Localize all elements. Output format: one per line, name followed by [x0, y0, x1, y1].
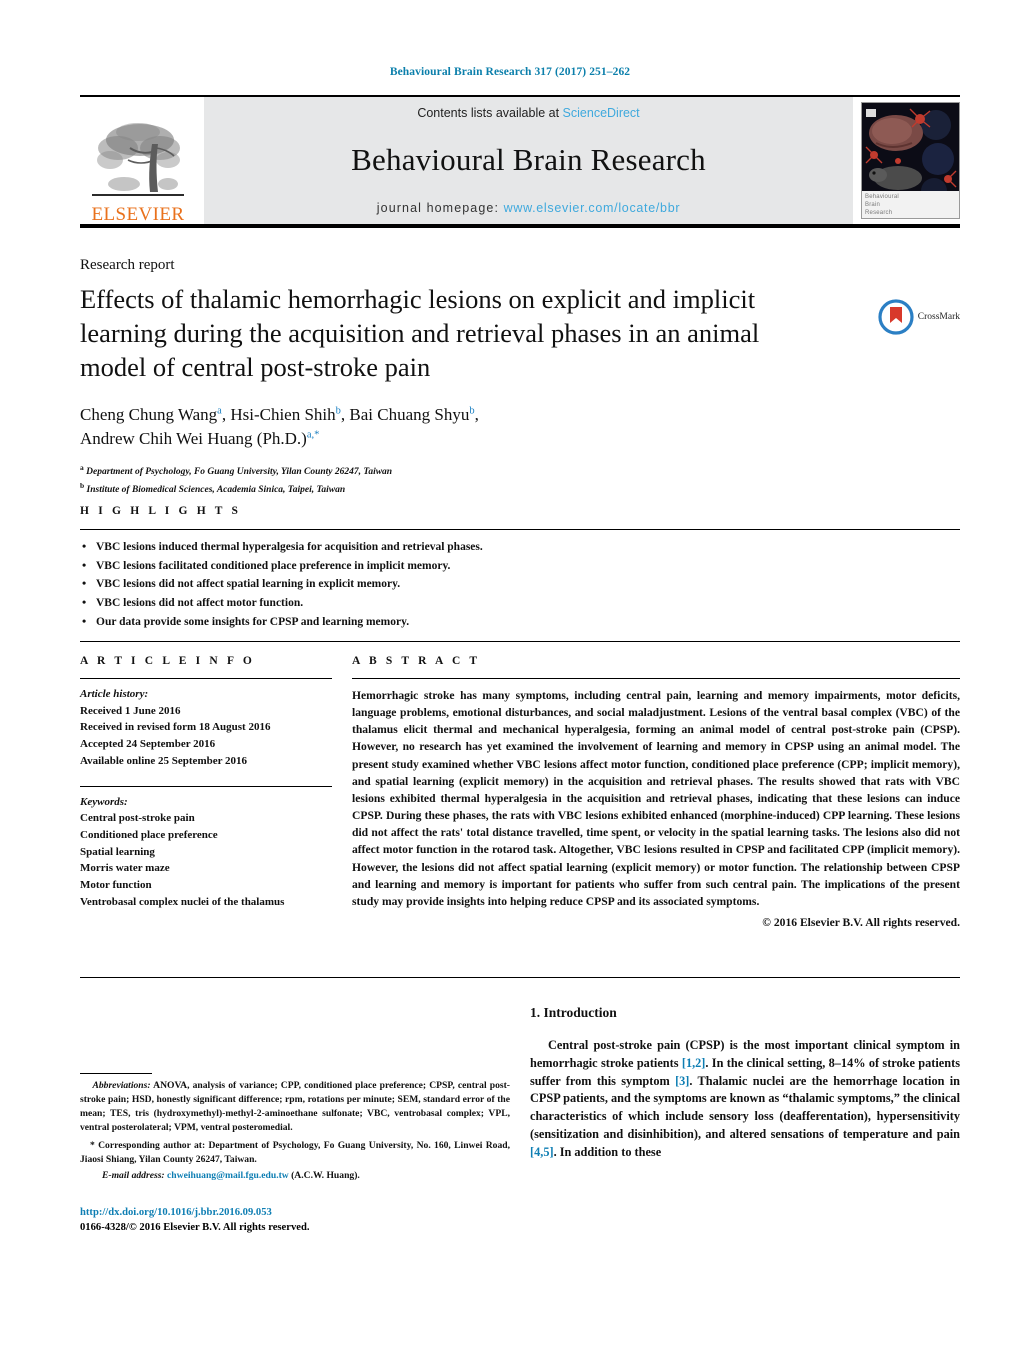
crossmark-icon	[878, 299, 914, 335]
affiliation-item: b Institute of Biomedical Sciences, Acad…	[80, 480, 960, 498]
doi-link[interactable]: http://dx.doi.org/10.1016/j.bbr.2016.09.…	[80, 1205, 510, 1220]
highlights-section: H I G H L I G H T S VBC lesions induced …	[80, 505, 960, 643]
author-name: Cheng Chung Wang	[80, 404, 218, 424]
list-item: Our data provide some insights for CPSP …	[80, 612, 960, 632]
article-history-title: Article history:	[80, 688, 149, 700]
issn-copyright-line: 0166-4328/© 2016 Elsevier B.V. All right…	[80, 1222, 310, 1234]
keywords-title: Keywords:	[80, 795, 128, 808]
elsevier-logo: ELSEVIER	[80, 97, 196, 224]
email-suffix: (A.C.W. Huang).	[288, 1170, 360, 1181]
highlights-bottom-rule	[80, 641, 960, 643]
affiliation-item: a Department of Psychology, Fo Guang Uni…	[80, 462, 960, 480]
footnote-rule	[80, 1073, 152, 1074]
email-label: E-mail address:	[102, 1170, 165, 1181]
crossmark-badge[interactable]: CrossMark	[878, 283, 960, 335]
abstract-heading: A B S T R A C T	[352, 655, 481, 667]
keyword-item: Spatial learning	[80, 845, 155, 858]
elsevier-tree-icon	[92, 123, 184, 196]
affiliation-text: Department of Psychology, Fo Guang Unive…	[86, 467, 393, 478]
keyword-item: Central post-stroke pain	[80, 812, 195, 825]
article-info-rule	[80, 678, 332, 679]
citation-ref-2[interactable]: [3]	[675, 1074, 689, 1088]
email-link[interactable]: chweihuang@mail.fgu.edu.tw	[167, 1170, 289, 1181]
author-entry: Hsi-Chien Shihb,	[230, 405, 349, 424]
list-item: VBC lesions did not affect spatial learn…	[80, 574, 960, 594]
article-type-label: Research report	[80, 257, 175, 273]
author-entry: Cheng Chung Wanga,	[80, 405, 230, 424]
contents-available-line: Contents lists available at ScienceDirec…	[417, 106, 639, 120]
abbreviations-label: Abbreviations:	[92, 1080, 151, 1091]
article-header: Research report Effects of thalamic hemo…	[80, 257, 960, 498]
author-entry: Bai Chuang Shyub,	[349, 405, 478, 424]
abbreviations-footnote: Abbreviations: ANOVA, analysis of varian…	[80, 1079, 510, 1135]
journal-homepage-line: journal homepage: www.elsevier.com/locat…	[377, 201, 680, 215]
author-name: Andrew Chih Wei Huang (Ph.D.)	[80, 429, 307, 449]
cover-caption-line-3: Research	[865, 210, 893, 217]
affiliation-marker: a	[80, 463, 84, 472]
abstract-column: A B S T R A C T Hemorrhagic stroke has m…	[352, 655, 960, 929]
crossmark-label: CrossMark	[917, 312, 960, 322]
introduction-heading: 1. Introduction	[530, 1005, 617, 1020]
info-and-abstract: A R T I C L E I N F O Article history: R…	[80, 655, 960, 929]
keyword-item: Conditioned place preference	[80, 829, 218, 842]
keyword-item: Ventrobasal complex nuclei of the thalam…	[80, 895, 285, 908]
list-item: VBC lesions did not affect motor functio…	[80, 593, 960, 613]
history-item: Received in revised form 18 August 2016	[80, 721, 271, 734]
keyword-item: Motor function	[80, 879, 152, 892]
abstract-bottom-rule	[80, 977, 960, 978]
affiliation-marker: b	[80, 480, 85, 490]
footnotes-section: Abbreviations: ANOVA, analysis of varian…	[80, 1073, 510, 1183]
article-info-column: A R T I C L E I N F O Article history: R…	[80, 655, 332, 929]
author-name: Hsi-Chien Shih	[230, 404, 336, 424]
cover-caption-line-2: Brain	[865, 202, 881, 209]
journal-homepage-link[interactable]: www.elsevier.com/locate/bbr	[504, 201, 681, 215]
journal-masthead: ELSEVIER Contents lists available at Sci…	[80, 95, 960, 228]
affiliation-text: Institute of Biomedical Sciences, Academ…	[86, 485, 346, 496]
running-head: Behavioural Brain Research 317 (2017) 25…	[389, 66, 631, 78]
sciencedirect-link[interactable]: ScienceDirect	[563, 106, 640, 120]
journal-cover-thumbnail: Behavioural Brain Research	[861, 102, 960, 219]
author-affil-marker[interactable]: a,*	[307, 430, 320, 441]
paper-page: Behavioural Brain Research 317 (2017) 25…	[0, 0, 1020, 1351]
highlights-top-rule	[80, 529, 960, 530]
article-info-heading: A R T I C L E I N F O	[80, 655, 255, 667]
highlights-list: VBC lesions induced thermal hyperalgesia…	[80, 537, 960, 632]
history-item: Available online 25 September 2016	[80, 754, 248, 767]
author-sep: ,	[474, 404, 479, 424]
citation-ref-3[interactable]: [4,5]	[530, 1145, 554, 1159]
abstract-copyright: © 2016 Elsevier B.V. All rights reserved…	[762, 916, 960, 930]
elsevier-wordmark: ELSEVIER	[91, 204, 185, 225]
keyword-item: Morris water maze	[80, 862, 170, 875]
history-item: Accepted 24 September 2016	[80, 738, 216, 751]
introduction-section: 1. Introduction Central post-stroke pain…	[530, 1005, 960, 1162]
masthead-bottom-rule	[80, 224, 960, 228]
author-list: Cheng Chung Wanga, Hsi-Chien Shihb, Bai …	[80, 403, 960, 452]
email-footnote: E-mail address: chweihuang@mail.fgu.edu.…	[80, 1169, 510, 1183]
corresponding-author-footnote: * Corresponding author at: Department of…	[80, 1140, 510, 1165]
affiliation-list: a Department of Psychology, Fo Guang Uni…	[80, 462, 960, 498]
history-item: Received 1 June 2016	[80, 704, 181, 717]
author-name: Bai Chuang Shyu	[349, 404, 470, 424]
introduction-paragraph: Central post-stroke pain (CPSP) is the m…	[530, 1037, 960, 1162]
journal-title: Behavioural Brain Research	[351, 142, 706, 178]
citation-ref-1[interactable]: [1,2]	[682, 1056, 706, 1070]
homepage-prefix: journal homepage:	[376, 200, 504, 215]
intro-part-4: . In addition to these	[553, 1144, 662, 1159]
abstract-text: Hemorrhagic stroke has many symptoms, in…	[352, 689, 960, 908]
list-item: VBC lesions induced thermal hyperalgesia…	[80, 537, 960, 557]
contents-prefix: Contents lists available at	[417, 106, 563, 120]
masthead-center-panel: Contents lists available at ScienceDirec…	[204, 97, 853, 224]
page-title: Effects of thalamic hemorrhagic lesions …	[80, 284, 760, 382]
doi-block: http://dx.doi.org/10.1016/j.bbr.2016.09.…	[80, 1205, 510, 1235]
abstract-rule	[352, 678, 960, 679]
keywords-rule	[80, 785, 332, 787]
highlights-heading: H I G H L I G H T S	[80, 505, 242, 517]
cover-caption: Behavioural Brain Research	[862, 191, 959, 218]
author-entry: Andrew Chih Wei Huang (Ph.D.)a,*	[80, 429, 319, 448]
keywords-block: Keywords: Central post-stroke pain Condi…	[80, 794, 332, 911]
cover-caption-line-1: Behavioural	[865, 194, 899, 200]
list-item: VBC lesions facilitated conditioned plac…	[80, 556, 960, 576]
article-history-block: Article history: Received 1 June 2016 Re…	[80, 686, 332, 770]
